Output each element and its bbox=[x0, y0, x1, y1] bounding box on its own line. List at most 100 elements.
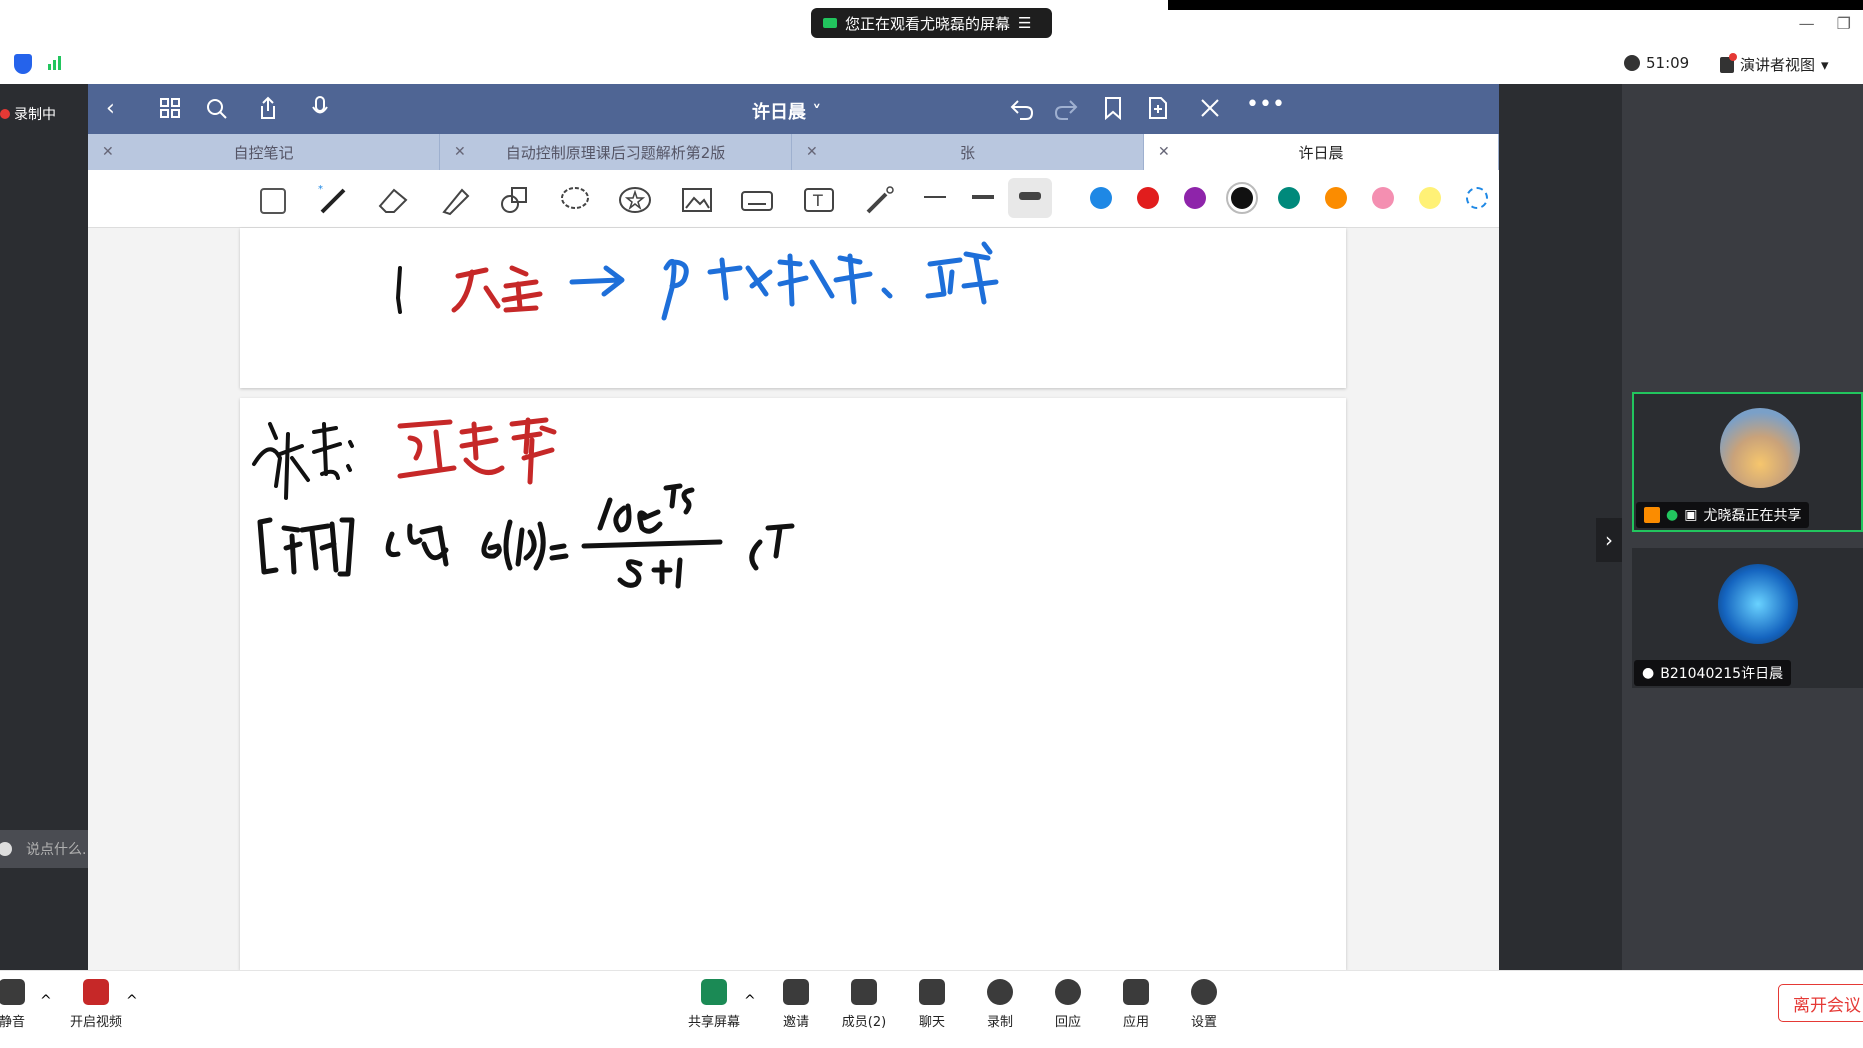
text-box-icon[interactable]: T bbox=[802, 184, 836, 216]
share-options-caret-icon[interactable]: ^ bbox=[744, 993, 756, 1009]
record-button[interactable]: 录制 bbox=[970, 979, 1030, 1030]
custom-color-icon[interactable] bbox=[1466, 187, 1488, 209]
emoji-icon[interactable] bbox=[0, 842, 12, 856]
undo-icon[interactable] bbox=[1010, 98, 1034, 120]
color-swatch-black-selected[interactable] bbox=[1226, 182, 1258, 214]
close-tab-icon[interactable]: ✕ bbox=[1158, 144, 1170, 160]
reaction-label: 回应 bbox=[1054, 1015, 1081, 1030]
note-canvas[interactable] bbox=[88, 228, 1499, 970]
view-mode-button[interactable]: 演讲者视图 ▾ bbox=[1720, 52, 1829, 75]
settings-label: 设置 bbox=[1190, 1015, 1217, 1030]
bookmark-icon[interactable] bbox=[1104, 96, 1122, 120]
add-page-icon[interactable] bbox=[1148, 96, 1168, 120]
chat-button[interactable]: 聊天 bbox=[902, 979, 962, 1030]
color-swatch-pink[interactable] bbox=[1372, 187, 1394, 209]
start-video-button[interactable]: 开启视频 bbox=[66, 979, 126, 1030]
signal-icon[interactable] bbox=[48, 56, 61, 70]
video-options-caret-icon[interactable]: ^ bbox=[126, 993, 138, 1009]
apps-button[interactable]: 应用 bbox=[1106, 979, 1166, 1030]
video-off-icon bbox=[83, 979, 109, 1005]
recording-indicator: 录制中 bbox=[0, 104, 56, 124]
meeting-timer: 51:09 bbox=[1624, 54, 1689, 72]
apps-label: 应用 bbox=[1122, 1015, 1149, 1030]
handwriting-current-page bbox=[252, 417, 795, 589]
color-swatch-purple[interactable] bbox=[1184, 187, 1206, 209]
caret-down-icon: ▾ bbox=[1821, 55, 1829, 74]
expand-panel-icon[interactable]: › bbox=[1596, 518, 1622, 562]
mic-icon: ● bbox=[1642, 665, 1655, 681]
share-screen-icon bbox=[701, 979, 727, 1005]
layout-icon bbox=[1720, 52, 1737, 73]
medium-stroke-option[interactable] bbox=[972, 195, 994, 199]
lasso-icon[interactable] bbox=[558, 184, 592, 216]
tab-xurichen[interactable]: ✕ 许日晨 bbox=[1144, 134, 1499, 170]
eraser-icon[interactable] bbox=[376, 184, 410, 216]
color-swatch-orange[interactable] bbox=[1325, 187, 1347, 209]
reaction-button[interactable]: 回应 bbox=[1038, 979, 1098, 1030]
document-title[interactable]: 许日晨 ˅ bbox=[752, 98, 821, 124]
handwriting-previous-page bbox=[396, 241, 999, 321]
thick-stroke-bar bbox=[1019, 192, 1041, 200]
mic-options-caret-icon[interactable]: ^ bbox=[40, 993, 52, 1009]
shapes-icon[interactable] bbox=[498, 184, 532, 216]
invite-button[interactable]: 邀请 bbox=[766, 979, 826, 1030]
avatar bbox=[1720, 408, 1800, 488]
keyboard-icon[interactable] bbox=[740, 184, 774, 216]
share-screen-button[interactable]: 共享屏幕 bbox=[684, 979, 744, 1030]
page-current[interactable] bbox=[240, 398, 1346, 970]
page-previous[interactable] bbox=[240, 228, 1346, 388]
share-icon[interactable] bbox=[258, 96, 278, 120]
share-banner[interactable]: 您正在观看尤晓磊的屏幕 ☰ bbox=[811, 8, 1052, 38]
color-swatch-blue[interactable] bbox=[1090, 187, 1112, 209]
tab-zhang[interactable]: ✕ 张 bbox=[792, 134, 1144, 170]
close-tab-icon[interactable]: ✕ bbox=[806, 144, 818, 160]
color-swatch-red[interactable] bbox=[1137, 187, 1159, 209]
screen-share-icon: ▣ bbox=[1684, 507, 1698, 523]
back-icon[interactable]: ‹ bbox=[106, 96, 115, 121]
share-banner-text: 您正在观看尤晓磊的屏幕 bbox=[845, 14, 1011, 33]
color-swatch-yellow[interactable] bbox=[1419, 187, 1441, 209]
share-screen-label: 共享屏幕 bbox=[687, 1015, 740, 1030]
tab-bar: ✕ 自控笔记 ✕ 自动控制原理课后习题解析第2版 ✕ 张 ✕ 许日晨 bbox=[88, 134, 1499, 170]
participant-tile-self[interactable]: ● B21040215许日晨 bbox=[1632, 548, 1863, 688]
timer-text: 51:09 bbox=[1646, 54, 1690, 72]
mic-icon bbox=[0, 979, 25, 1005]
redo-icon[interactable] bbox=[1054, 98, 1078, 120]
laser-pointer-icon[interactable] bbox=[862, 184, 896, 216]
color-swatch-green[interactable] bbox=[1278, 187, 1300, 209]
close-tool-icon[interactable] bbox=[1200, 98, 1220, 118]
tab-zikong-notes[interactable]: ✕ 自控笔记 bbox=[88, 134, 440, 170]
more-icon[interactable]: ••• bbox=[1246, 92, 1285, 117]
lasso-zoom-icon[interactable] bbox=[260, 188, 286, 214]
microphone-icon[interactable] bbox=[312, 96, 328, 120]
menu-icon[interactable]: ☰ bbox=[1018, 14, 1031, 32]
restore-icon[interactable]: ❐ bbox=[1837, 14, 1851, 33]
participant-tile-sharer[interactable]: ● ▣ 尤晓磊正在共享 bbox=[1632, 392, 1863, 532]
pen-icon[interactable]: * bbox=[316, 182, 350, 218]
recording-label: 录制中 bbox=[14, 107, 56, 123]
invite-label: 邀请 bbox=[782, 1015, 809, 1030]
participant-nametag: ● ▣ 尤晓磊正在共享 bbox=[1636, 502, 1810, 528]
thin-stroke-option[interactable] bbox=[924, 196, 946, 198]
mute-button[interactable]: 静音 bbox=[0, 979, 42, 1030]
image-icon[interactable] bbox=[680, 184, 714, 216]
mute-label: 静音 bbox=[0, 1015, 25, 1030]
members-button[interactable]: 成员(2) bbox=[834, 979, 894, 1030]
settings-button[interactable]: 设置 bbox=[1174, 979, 1234, 1030]
tab-exercise-analysis[interactable]: ✕ 自动控制原理课后习题解析第2版 bbox=[440, 134, 792, 170]
leave-meeting-button[interactable]: 离开会议 bbox=[1778, 984, 1863, 1022]
participant-nametag: ● B21040215许日晨 bbox=[1634, 660, 1792, 686]
tab-label: 自动控制原理课后习题解析第2版 bbox=[505, 143, 726, 162]
close-tab-icon[interactable]: ✕ bbox=[454, 144, 466, 160]
sticker-icon[interactable] bbox=[618, 184, 652, 216]
grid-icon[interactable] bbox=[160, 98, 180, 118]
search-icon[interactable] bbox=[206, 98, 228, 120]
gear-icon bbox=[1191, 979, 1217, 1005]
close-tab-icon[interactable]: ✕ bbox=[102, 144, 114, 160]
avatar bbox=[1718, 564, 1798, 644]
window-controls: — ❐ bbox=[1799, 14, 1851, 33]
mic-icon: ● bbox=[1666, 507, 1679, 523]
minimize-icon[interactable]: — bbox=[1799, 14, 1815, 33]
security-shield-icon[interactable] bbox=[14, 54, 32, 74]
highlighter-icon[interactable] bbox=[438, 184, 472, 216]
